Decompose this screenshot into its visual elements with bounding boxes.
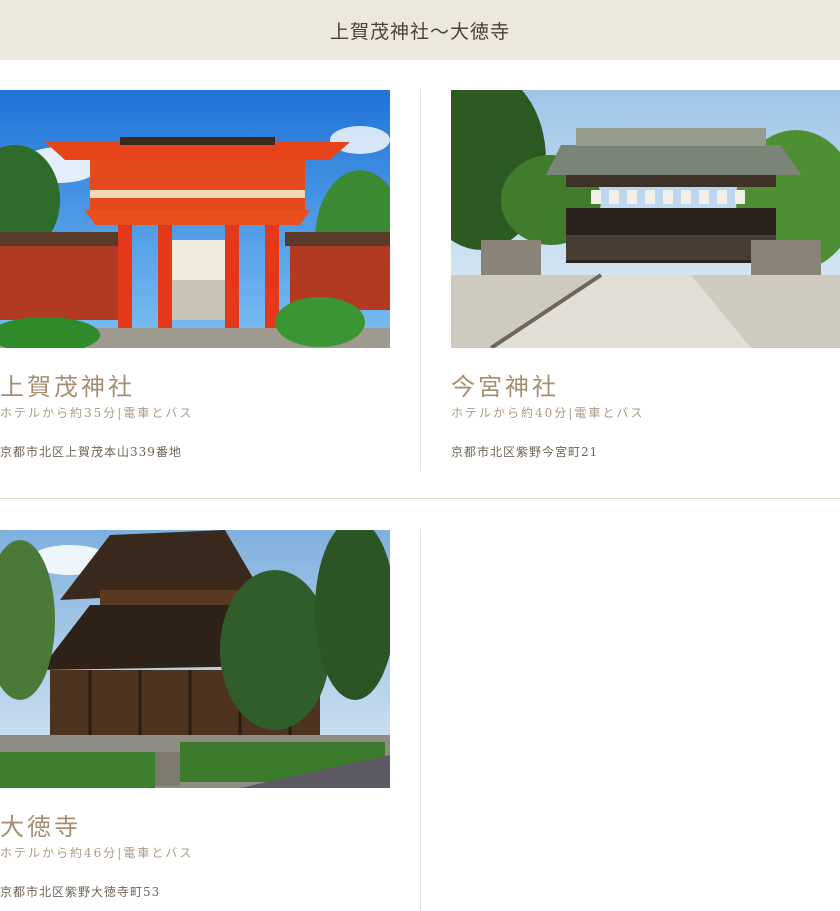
spot-card-kamigamo[interactable]: 上賀茂神社 ホテルから約35分|電車とバス 京都市北区上賀茂本山339番地 [0, 90, 390, 460]
spot-name: 大徳寺 [0, 813, 81, 841]
spot-name: 今宮神社 [451, 373, 559, 401]
spot-access: ホテルから約46分|電車とバス [0, 846, 194, 861]
spot-address: 京都市北区紫野大徳寺町53 [0, 885, 161, 900]
vermilion-shrine-gate-photo[interactable] [0, 90, 390, 348]
row-divider [0, 498, 840, 499]
spot-card-daitokuji[interactable]: 大徳寺 ホテルから約46分|電車とバス 京都市北区紫野大徳寺町53 [0, 530, 390, 900]
spot-name: 上賀茂神社 [0, 373, 135, 401]
spot-access: ホテルから約40分|電車とバス [451, 406, 645, 421]
page-header: 上賀茂神社～大徳寺 [0, 0, 840, 60]
shrine-hall-with-lanterns-photo[interactable] [451, 90, 840, 348]
spot-address: 京都市北区紫野今宮町21 [451, 445, 599, 460]
spot-card-imamiya[interactable]: 今宮神社 ホテルから約40分|電車とバス 京都市北区紫野今宮町21 [451, 90, 840, 460]
spot-address: 京都市北区上賀茂本山339番地 [0, 445, 182, 460]
wooden-temple-hall-photo[interactable] [0, 530, 390, 788]
column-divider [420, 90, 421, 470]
column-divider [420, 530, 421, 911]
spot-access: ホテルから約35分|電車とバス [0, 406, 194, 421]
header-title: 上賀茂神社～大徳寺 [329, 20, 510, 43]
